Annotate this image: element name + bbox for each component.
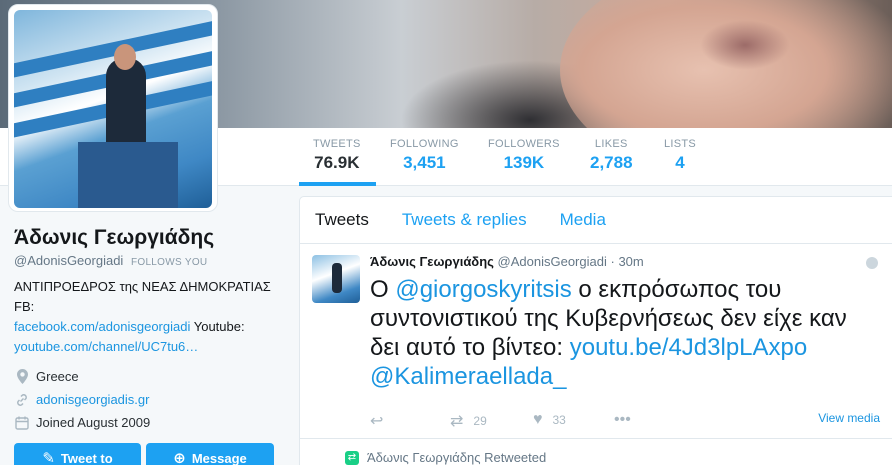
tweet-author-handle[interactable]: @AdonisGeorgiadi bbox=[498, 254, 607, 269]
stat-tweets[interactable]: TWEETS 76.9K bbox=[313, 138, 361, 173]
tweet-actions: ↩ ⇄ 29 ♥ 33 ••• bbox=[370, 411, 880, 431]
tab-media[interactable]: Media bbox=[560, 210, 606, 230]
stat-value: 4 bbox=[675, 153, 685, 172]
retweet-icon: ⇄ bbox=[450, 413, 464, 430]
bio-text: ΑΝΤΙΠΡΟΕΔΡΟΣ της ΝΕΑΣ ΔΗΜΟΚΡΑΤΙΑΣ FB: bbox=[14, 279, 271, 314]
tweet-separator: · bbox=[610, 254, 615, 269]
tweet-to-button[interactable]: ✎ Tweet to bbox=[14, 443, 141, 465]
tweet-avatar[interactable] bbox=[312, 255, 360, 303]
tweet-item[interactable]: Άδωνις Γεωργιάδης @AdonisGeorgiadi · 30m… bbox=[300, 244, 892, 439]
stat-label: LIKES bbox=[594, 138, 628, 150]
tweet-to-label: Tweet to bbox=[60, 450, 113, 465]
retweet-button[interactable]: ⇄ 29 bbox=[450, 411, 487, 431]
stat-followers[interactable]: FOLLOWERS 139K bbox=[488, 138, 560, 173]
follows-you-badge: FOLLOWS YOU bbox=[130, 257, 208, 268]
reply-button[interactable]: ↩ bbox=[370, 411, 393, 431]
heart-icon: ♥ bbox=[533, 411, 543, 428]
profile-location: Greece bbox=[36, 369, 79, 384]
tab-tweets-replies[interactable]: Tweets & replies bbox=[402, 210, 527, 230]
stat-label: FOLLOWERS bbox=[488, 138, 560, 150]
stat-label: LISTS bbox=[664, 138, 697, 150]
compose-icon: ✎ bbox=[42, 450, 55, 465]
active-stat-underline bbox=[299, 182, 376, 186]
retweet-context-icon: ⇄ bbox=[345, 450, 359, 465]
bio-youtube-label: Youtube: bbox=[193, 319, 245, 334]
more-icon: ••• bbox=[614, 411, 631, 428]
stat-following[interactable]: FOLLOWING 3,451 bbox=[390, 138, 459, 173]
tweet-author-name[interactable]: Άδωνις Γεωργιάδης bbox=[370, 254, 494, 269]
message-icon: ⊕ bbox=[173, 450, 186, 465]
profile-avatar[interactable] bbox=[8, 4, 218, 212]
retweeted-context: ⇄ Άδωνις Γεωργιάδης Retweeted bbox=[345, 450, 546, 465]
profile-card: Άδωνις Γεωργιάδης @AdonisGeorgiadi FOLLO… bbox=[14, 226, 294, 434]
tweet-timestamp[interactable]: 30m bbox=[618, 254, 643, 269]
stat-value: 76.9K bbox=[314, 153, 360, 172]
timeline-tabs: Tweets Tweets & replies Media bbox=[300, 197, 892, 244]
avatar-image bbox=[14, 10, 212, 208]
stat-value: 139K bbox=[503, 153, 545, 172]
tweet-mention[interactable]: @giorgoskyritsis bbox=[395, 276, 571, 303]
stat-likes[interactable]: LIKES 2,788 bbox=[590, 138, 633, 173]
stat-value: 2,788 bbox=[590, 153, 633, 172]
bio-facebook-link[interactable]: facebook.com/adonisgeorgiadi bbox=[14, 319, 190, 334]
view-media-link[interactable]: View media bbox=[818, 411, 880, 425]
message-label: Message bbox=[191, 450, 247, 465]
like-button[interactable]: ♥ 33 bbox=[533, 411, 566, 429]
stat-label: FOLLOWING bbox=[390, 138, 459, 150]
stat-label: TWEETS bbox=[313, 138, 361, 150]
timeline: Tweets Tweets & replies Media Άδωνις Γεω… bbox=[299, 196, 892, 465]
link-icon bbox=[14, 392, 30, 408]
reply-icon: ↩ bbox=[370, 413, 384, 430]
tweet-header: Άδωνις Γεωργιάδης @AdonisGeorgiadi · 30m bbox=[370, 254, 644, 269]
calendar-icon bbox=[14, 415, 30, 431]
tab-tweets[interactable]: Tweets bbox=[315, 210, 369, 230]
more-button[interactable]: ••• bbox=[614, 411, 641, 429]
profile-bio: ΑΝΤΙΠΡΟΕΔΡΟΣ της ΝΕΑΣ ΔΗΜΟΚΡΑΤΙΑΣ FB: fa… bbox=[14, 277, 276, 357]
stat-value: 3,451 bbox=[403, 153, 446, 172]
tweet-text: Ο @giorgoskyritsis ο εκπρόσωπος του συντ… bbox=[370, 276, 847, 390]
location-pin-icon bbox=[14, 369, 30, 385]
stat-lists[interactable]: LISTS 4 bbox=[664, 138, 696, 173]
retweeted-text[interactable]: Άδωνις Γεωργιάδης Retweeted bbox=[367, 450, 546, 465]
tweet-link[interactable]: youtu.be/4Jd3lpLAxpo bbox=[570, 334, 808, 361]
retweet-count: 29 bbox=[473, 414, 487, 428]
profile-name[interactable]: Άδωνις Γεωργιάδης bbox=[14, 226, 294, 250]
bio-youtube-link[interactable]: youtube.com/channel/UC7tu6… bbox=[14, 339, 198, 354]
profile-handle[interactable]: @AdonisGeorgiadi bbox=[14, 253, 123, 268]
profile-joined: Joined August 2009 bbox=[36, 415, 151, 430]
like-count: 33 bbox=[552, 413, 566, 427]
tweet-mention-2[interactable]: @Kalimeraellada_ bbox=[370, 363, 566, 390]
profile-website[interactable]: adonisgeorgiadis.gr bbox=[36, 388, 149, 411]
message-button[interactable]: ⊕ Message bbox=[146, 443, 274, 465]
globe-icon bbox=[866, 257, 878, 269]
